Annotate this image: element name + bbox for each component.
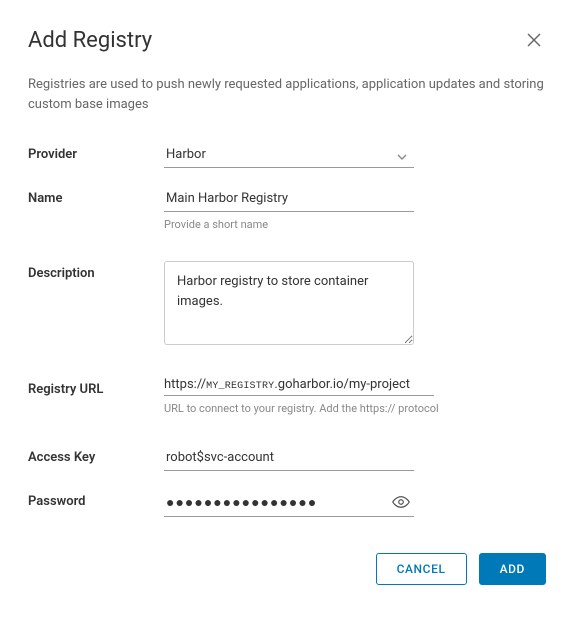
add-button[interactable]: ADD — [479, 553, 546, 585]
access-key-input[interactable] — [164, 445, 414, 471]
cancel-button[interactable]: CANCEL — [376, 553, 467, 585]
close-icon — [526, 36, 542, 51]
name-label: Name — [28, 186, 164, 206]
toggle-password-button[interactable] — [390, 491, 412, 516]
password-label: Password — [28, 489, 164, 509]
name-row: Name Provide a short name — [28, 186, 546, 231]
description-row: Description Harbor registry to store con… — [28, 261, 546, 349]
url-suffix: .goharbor.io/my-project — [274, 377, 410, 392]
provider-select[interactable] — [164, 142, 414, 168]
provider-label: Provider — [28, 142, 164, 162]
dialog-header: Add Registry — [28, 28, 546, 55]
dialog-footer: CANCEL ADD — [28, 553, 546, 585]
registry-url-help: URL to connect to your registry. Add the… — [164, 402, 546, 415]
name-help: Provide a short name — [164, 218, 546, 231]
provider-value[interactable] — [164, 142, 414, 168]
url-host: MY_REGISTRY — [206, 381, 274, 392]
provider-row: Provider — [28, 142, 546, 168]
registry-url-input[interactable]: https://MY_REGISTRY.goharbor.io/my-proje… — [164, 377, 434, 396]
description-textarea[interactable]: Harbor registry to store container image… — [164, 261, 414, 345]
url-prefix: https:// — [164, 377, 206, 392]
name-input[interactable] — [164, 186, 414, 212]
eye-icon — [392, 499, 410, 514]
registry-url-row: Registry URL https://MY_REGISTRY.goharbo… — [28, 377, 546, 415]
password-input[interactable]: ●●●●●●●●●●●●●●●● — [164, 489, 414, 517]
description-label: Description — [28, 261, 164, 281]
registry-url-label: Registry URL — [28, 377, 164, 397]
access-key-label: Access Key — [28, 445, 164, 465]
dialog-intro: Registries are used to push newly reques… — [28, 75, 546, 114]
dialog-title: Add Registry — [28, 28, 152, 53]
password-row: Password ●●●●●●●●●●●●●●●● — [28, 489, 546, 517]
access-key-row: Access Key — [28, 445, 546, 471]
close-button[interactable] — [522, 28, 546, 55]
